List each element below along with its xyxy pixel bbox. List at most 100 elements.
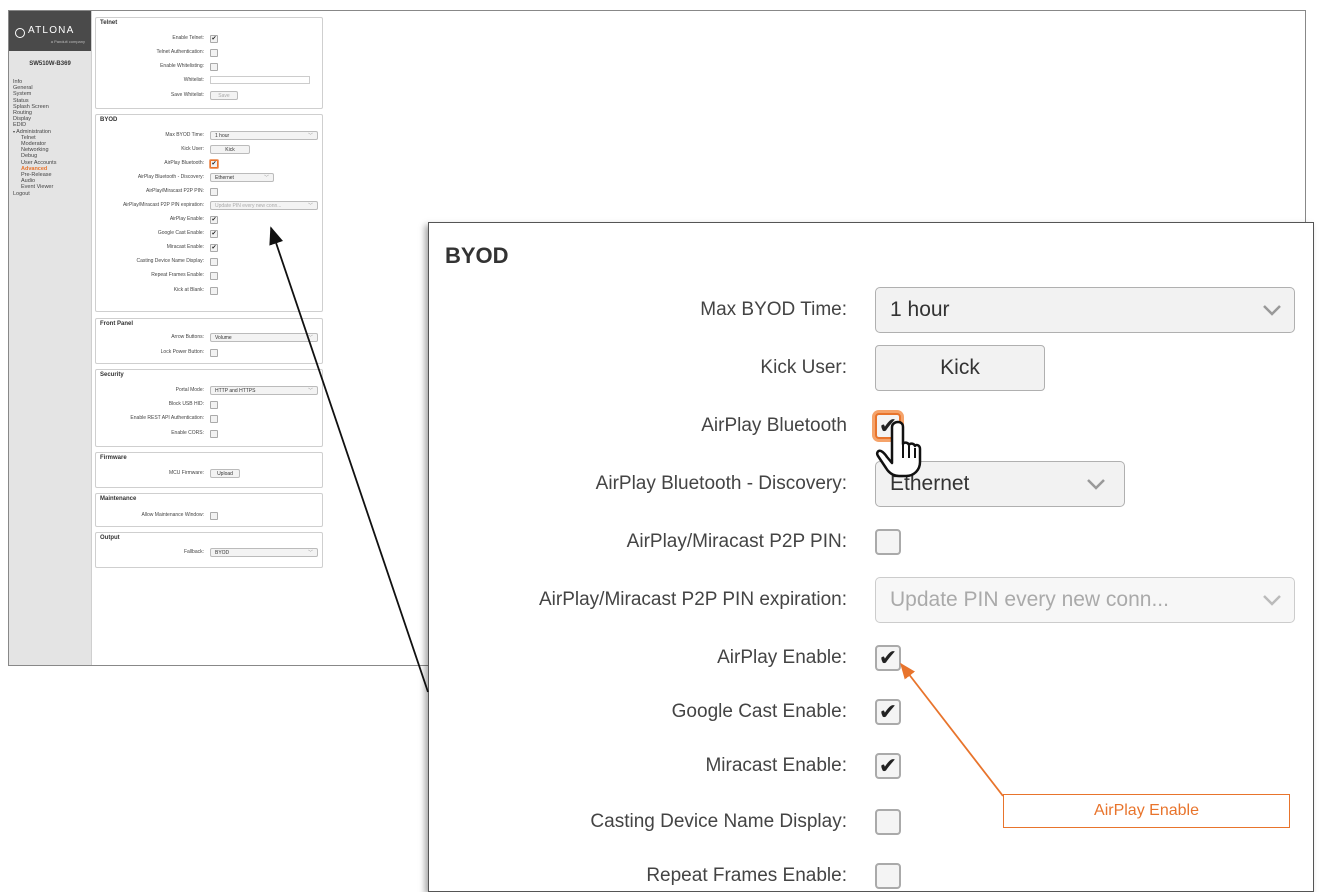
sidebar-item-label: Advanced [21, 165, 48, 172]
miracast-checkbox[interactable]: ✔ [875, 753, 901, 779]
airplay-bluetooth-label: AirPlay Bluetooth: [164, 160, 204, 166]
enable-whitelisting-checkbox[interactable] [210, 63, 218, 71]
airplay-enable-checkbox[interactable]: ✔ [875, 645, 901, 671]
byod-zoom-panel: BYOD Max BYOD Time: 1 hour Kick User: Ki… [428, 222, 1314, 892]
chevron-down-icon [1263, 305, 1281, 316]
rest-api-checkbox[interactable] [210, 415, 218, 423]
portal-mode-value: HTTP and HTTPS [215, 388, 256, 394]
airplay-bluetooth-checkbox[interactable]: ✔ [210, 160, 218, 168]
brand-name: ATLONA [28, 25, 75, 36]
sidebar-item-label: Administration [16, 128, 51, 135]
casting-name-label: Casting Device Name Display: [590, 811, 847, 832]
panel-title: Firmware [100, 455, 127, 461]
sidebar-item-label: Telnet [21, 134, 36, 141]
sidebar: ATLONA a Panduit company SW510W-B369 Inf… [9, 11, 92, 665]
enable-whitelisting-label: Enable Whitelisting: [160, 63, 204, 69]
pin-expiration-select[interactable]: Update PIN every new conn... [875, 577, 1295, 623]
airplay-enable-label: AirPlay Enable: [169, 216, 204, 222]
google-cast-checkbox[interactable]: ✔ [210, 230, 218, 238]
google-cast-checkbox[interactable]: ✔ [875, 699, 901, 725]
kick-at-blank-checkbox[interactable] [210, 287, 218, 295]
byod-panel: BYOD Max BYOD Time: 1 hour ﹀ Kick User: Kic… [95, 114, 323, 312]
p2p-pin-checkbox[interactable] [210, 188, 218, 196]
fallback-value: BYOD [215, 550, 230, 556]
miracast-label: Miracast Enable: [166, 244, 204, 250]
repeat-frames-checkbox[interactable] [875, 863, 901, 889]
panel-title: Output [100, 535, 120, 541]
panel-title: Maintenance [100, 496, 137, 502]
sidebar-item-label: Status [13, 97, 29, 104]
sidebar-item-logout[interactable]: Logout [9, 191, 91, 197]
airplay-bluetooth-label: AirPlay Bluetooth [701, 415, 847, 436]
sidebar-item-label: Routing [13, 110, 32, 117]
google-cast-label: Google Cast Enable: [157, 230, 204, 236]
whitelist-input[interactable] [210, 76, 310, 84]
atlona-logo: ATLONA a Panduit company [9, 11, 91, 51]
cors-checkbox[interactable] [210, 430, 218, 438]
panel-title: Front Panel [100, 321, 134, 327]
lock-power-checkbox[interactable] [210, 349, 218, 357]
kick-at-blank-label: Kick at Blank: [173, 287, 204, 293]
max-byod-time-select[interactable]: 1 hour ﹀ [210, 131, 318, 140]
panel-title: Security [100, 372, 124, 378]
chevron-down-icon: ﹀ [307, 335, 313, 341]
sidebar-item-label: Debug [21, 153, 38, 160]
casting-name-checkbox[interactable] [210, 258, 218, 266]
arrow-buttons-select[interactable]: Volume ﹀ [210, 333, 318, 342]
firmware-panel: Firmware MCU Firmware: Upload [95, 452, 323, 488]
pin-expiration-label: AirPlay/Miracast P2P PIN expiration: [539, 589, 847, 610]
brand-subtitle: a Panduit company [50, 39, 85, 44]
casting-name-label: Casting Device Name Display: [136, 258, 204, 264]
maintenance-window-label: Allow Maintenance Window: [141, 512, 204, 518]
maintenance-panel: Maintenance Allow Maintenance Window: [95, 493, 323, 527]
max-byod-time-select[interactable]: 1 hour [875, 287, 1295, 333]
mcu-firmware-label: MCU Firmware: [169, 470, 204, 476]
kick-button[interactable]: Kick [210, 145, 250, 154]
repeat-frames-checkbox[interactable] [210, 272, 218, 280]
sidebar-item-label: Info [13, 79, 23, 85]
kick-user-label: Kick User: [181, 146, 204, 152]
max-byod-time-value: 1 hour [890, 298, 950, 321]
repeat-frames-label: Repeat Frames Enable: [646, 865, 847, 886]
max-byod-time-label: Max BYOD Time: [165, 132, 204, 138]
max-byod-time-value: 1 hour [215, 133, 230, 139]
sidebar-nav: Info General System Status Splash Screen Rout… [9, 79, 91, 197]
portal-mode-select[interactable]: HTTP and HTTPS ﹀ [210, 386, 318, 395]
telnet-auth-checkbox[interactable] [210, 49, 218, 57]
enable-telnet-label: Enable Telnet: [172, 35, 204, 41]
rest-api-label: Enable REST API Authentication: [130, 415, 204, 421]
security-panel: Security Portal Mode: HTTP and HTTPS ﹀ Blo… [95, 369, 323, 447]
sidebar-item-label: EDID [13, 122, 27, 129]
sidebar-item-label: System [13, 91, 32, 98]
upload-button[interactable]: Upload [210, 469, 240, 478]
chevron-down-icon [1087, 479, 1105, 490]
airplay-bluetooth-discovery-label: AirPlay Bluetooth - Discovery: [595, 473, 847, 494]
hand-pointer-icon [875, 420, 922, 478]
fallback-select[interactable]: BYOD ﹀ [210, 548, 318, 557]
sidebar-item-label: User Accounts [21, 159, 57, 166]
block-usb-checkbox[interactable] [210, 401, 218, 409]
airplay-enable-callout: AirPlay Enable [1003, 794, 1290, 828]
sidebar-item-label: Moderator [21, 141, 47, 148]
save-whitelist-button[interactable]: Save [210, 91, 238, 100]
pin-expiration-label: AirPlay/Miracast P2P PIN expiration: [122, 202, 204, 208]
maintenance-window-checkbox[interactable] [210, 512, 218, 520]
chevron-down-icon: ﹀ [307, 550, 313, 556]
kick-button[interactable]: Kick [875, 345, 1045, 391]
p2p-pin-checkbox[interactable] [875, 529, 901, 555]
miracast-checkbox[interactable]: ✔ [210, 244, 218, 252]
p2p-pin-label: AirPlay/Miracast P2P PIN: [626, 531, 847, 552]
portal-mode-label: Portal Mode: [175, 387, 204, 393]
airplay-enable-checkbox[interactable]: ✔ [210, 216, 218, 224]
chevron-down-icon: ﹀ [307, 203, 313, 209]
sidebar-item-label: Event Viewer [21, 184, 54, 191]
casting-name-checkbox[interactable] [875, 809, 901, 835]
pin-expiration-select[interactable]: Update PIN every new conn... ﹀ [210, 201, 318, 210]
telnet-auth-label: Telnet Authentication: [156, 49, 204, 55]
repeat-frames-label: Repeat Frames Enable: [151, 272, 204, 278]
enable-telnet-checkbox[interactable]: ✔ [210, 35, 218, 43]
discovery-value: Ethernet [215, 175, 234, 181]
discovery-select[interactable]: Ethernet ﹀ [210, 173, 274, 182]
byod-zoom-title: BYOD [445, 243, 509, 268]
fallback-label: Fallback: [183, 549, 204, 555]
